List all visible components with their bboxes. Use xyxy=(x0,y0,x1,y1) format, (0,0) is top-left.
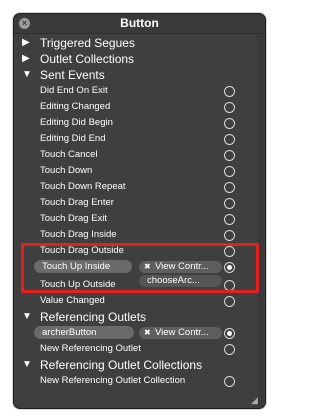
new-referencing-outlet-collection-row: New Referencing Outlet Collection xyxy=(14,373,265,389)
panel-title: Button xyxy=(120,16,159,30)
event-label: Did End On Exit xyxy=(40,85,108,96)
resize-grip-icon[interactable]: ◢ xyxy=(251,395,261,405)
section-triggered-segues[interactable]: ▶ Triggered Segues xyxy=(14,35,265,51)
section-label: Triggered Segues xyxy=(40,36,135,50)
event-row: Editing Changed xyxy=(14,99,265,115)
event-row: Did End On Exit xyxy=(14,83,265,99)
event-label: Editing Did End xyxy=(40,133,106,144)
outlet-pill[interactable]: archerButton xyxy=(34,326,134,339)
event-row: Editing Did Begin xyxy=(14,115,265,131)
event-row: Editing Did End xyxy=(14,131,265,147)
event-row: Value Changed xyxy=(14,293,265,309)
new-outlet-label: New Referencing Outlet xyxy=(40,343,141,354)
connection-circle-icon[interactable] xyxy=(224,296,235,307)
event-label: Touch Cancel xyxy=(40,149,98,160)
event-row: Touch Cancel xyxy=(14,147,265,163)
connection-circle-icon[interactable] xyxy=(224,134,235,145)
event-row: Touch Drag Inside xyxy=(14,227,265,243)
disclosure-down-icon[interactable]: ▼ xyxy=(22,357,32,373)
event-label: Touch Drag Enter xyxy=(40,197,114,208)
disclosure-right-icon[interactable]: ▶ xyxy=(22,51,30,67)
outlet-target-label: View Contr... xyxy=(155,327,209,338)
title-bar: × Button xyxy=(14,14,265,34)
connection-circle-icon[interactable] xyxy=(224,182,235,193)
disclosure-down-icon[interactable]: ▼ xyxy=(22,309,32,325)
event-label: Editing Changed xyxy=(40,101,111,112)
connection-circle-icon[interactable] xyxy=(224,376,235,387)
event-row: Touch Drag Exit xyxy=(14,211,265,227)
section-referencing-outlet-collections[interactable]: ▼ Referencing Outlet Collections xyxy=(14,357,265,373)
referencing-outlet-row: archerButton ✖ View Contr... xyxy=(14,325,265,341)
section-label: Referencing Outlet Collections xyxy=(40,358,203,372)
section-outlet-collections[interactable]: ▶ Outlet Collections xyxy=(14,51,265,67)
connection-circle-icon[interactable] xyxy=(224,230,235,241)
connection-circle-icon[interactable] xyxy=(224,102,235,113)
event-label: Touch Drag Exit xyxy=(40,213,108,224)
connection-circle-icon[interactable] xyxy=(224,118,235,129)
new-referencing-outlet-row: New Referencing Outlet xyxy=(14,341,265,357)
connection-circle-icon[interactable] xyxy=(224,198,235,209)
connections-inspector-panel: × Button ▶ Triggered Segues ▶ Outlet Col… xyxy=(13,13,266,409)
connection-circle-icon[interactable] xyxy=(224,150,235,161)
outlet-connection-target[interactable]: ✖ View Contr... xyxy=(139,327,222,339)
disclosure-right-icon[interactable]: ▶ xyxy=(22,35,30,51)
section-label: Referencing Outlets xyxy=(40,310,147,324)
event-label: Touch Down Repeat xyxy=(40,181,126,192)
event-row: Touch Down Repeat xyxy=(14,179,265,195)
connection-circle-icon[interactable] xyxy=(224,344,235,355)
remove-connection-icon[interactable]: ✖ xyxy=(144,327,151,339)
disclosure-down-icon[interactable]: ▼ xyxy=(22,67,32,83)
connection-circle-icon[interactable] xyxy=(224,166,235,177)
connection-circle-icon[interactable] xyxy=(224,214,235,225)
event-label: Touch Down xyxy=(40,165,93,176)
event-label: Editing Did Begin xyxy=(40,117,113,128)
new-outlet-collection-label: New Referencing Outlet Collection xyxy=(40,375,186,386)
event-label: Touch Drag Inside xyxy=(40,229,117,240)
event-row: Touch Drag Enter xyxy=(14,195,265,211)
event-label: Value Changed xyxy=(40,295,105,306)
section-label: Sent Events xyxy=(40,68,105,82)
highlight-box xyxy=(21,243,259,293)
section-sent-events[interactable]: ▼ Sent Events xyxy=(14,67,265,83)
connection-circle-icon[interactable] xyxy=(224,86,235,97)
event-row: Touch Down xyxy=(14,163,265,179)
section-label: Outlet Collections xyxy=(40,52,135,66)
connection-circle-filled-icon[interactable] xyxy=(224,328,235,339)
section-referencing-outlets[interactable]: ▼ Referencing Outlets xyxy=(14,309,265,325)
